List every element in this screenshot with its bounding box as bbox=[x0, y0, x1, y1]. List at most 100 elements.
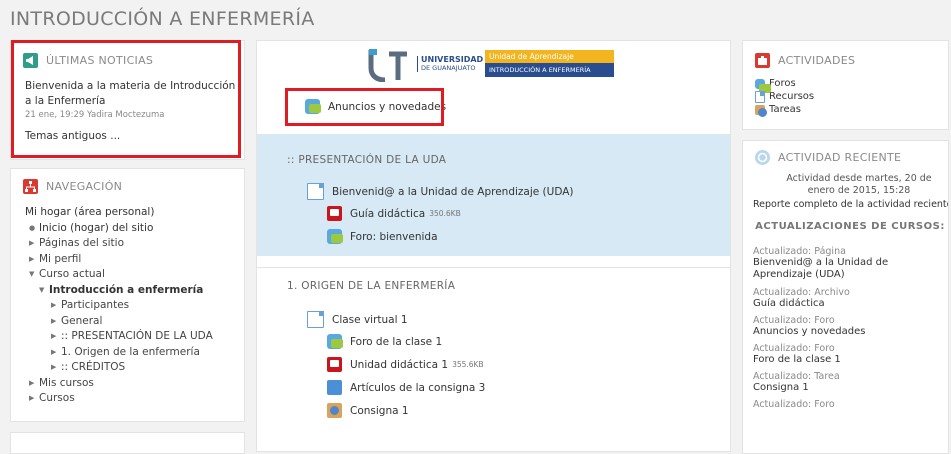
news-post-link[interactable]: Bienvenida a la materia de Introducción … bbox=[25, 80, 235, 107]
nav-my-profile[interactable]: Mi perfil bbox=[39, 252, 81, 268]
expand-icon[interactable]: ▶ bbox=[29, 236, 39, 252]
activities-forums-link[interactable]: Foros bbox=[769, 77, 796, 90]
navigation-header: NAVEGACIÓN bbox=[23, 179, 122, 194]
nav-section-credits[interactable]: :: CRÉDITOS bbox=[61, 360, 125, 376]
activities-block: ACTIVIDADES Foros Recursos Tareas bbox=[742, 40, 949, 130]
expand-icon[interactable]: ▶ bbox=[51, 345, 61, 361]
activity-forum[interactable]: Foro de la clase 1 bbox=[327, 334, 442, 349]
forum-icon bbox=[755, 78, 771, 93]
expand-icon[interactable]: ▶ bbox=[51, 298, 61, 314]
activity-page[interactable]: Clase virtual 1 bbox=[307, 311, 408, 328]
puzzle-icon bbox=[755, 53, 770, 68]
updates-heading: ACTUALIZACIONES DE CURSOS: bbox=[755, 221, 945, 232]
recent-report-link[interactable]: Reporte completo de la actividad recient… bbox=[753, 199, 948, 210]
expand-icon[interactable]: ▶ bbox=[29, 391, 39, 407]
recent-since: Actividad desde martes, 20 de enero de 2… bbox=[786, 173, 932, 196]
bullet-icon: ● bbox=[29, 223, 36, 232]
activity-folder-link[interactable]: Artículos de la consigna 3 bbox=[350, 382, 485, 394]
activity-forum-link[interactable]: Foro de la clase 1 bbox=[350, 336, 442, 348]
nav-general[interactable]: General bbox=[61, 314, 102, 330]
update-label: Actualizado: Foro bbox=[753, 343, 835, 354]
nav-courses[interactable]: Cursos bbox=[39, 391, 75, 407]
navigation-block: NAVEGACIÓN Mi hogar (área personal) ● Ini… bbox=[10, 168, 245, 422]
clock-icon bbox=[755, 150, 770, 165]
page-icon bbox=[307, 311, 324, 328]
activity-assignment[interactable]: Consigna 1 bbox=[327, 403, 409, 418]
expand-icon[interactable]: ▶ bbox=[51, 360, 61, 376]
section-presentation: :: PRESENTACIÓN DE LA UDA Bienvenid@ a l… bbox=[257, 134, 730, 256]
nav-section-origin[interactable]: 1. Origen de la enfermería bbox=[61, 345, 200, 361]
activities-forums[interactable]: Foros bbox=[755, 77, 814, 93]
update-label: Actualizado: Foro bbox=[753, 399, 835, 410]
nav-site-pages[interactable]: Páginas del sitio bbox=[39, 236, 124, 252]
activity-forum-link[interactable]: Foro: bienvenida bbox=[350, 231, 438, 243]
activities-assignments-link[interactable]: Tareas bbox=[769, 103, 801, 116]
course-banner: UNIVERSIDAD DE GUANAJUATO Unidad de Apre… bbox=[367, 47, 614, 83]
activity-page-link[interactable]: Bienvenid@ a la Unidad de Aprendizaje (U… bbox=[332, 186, 574, 198]
activity-folder[interactable]: Artículos de la consigna 3 bbox=[327, 380, 485, 395]
activity-file-link[interactable]: Unidad didáctica 1 bbox=[350, 359, 448, 371]
activities-resources[interactable]: Recursos bbox=[755, 90, 814, 103]
activities-assignments[interactable]: Tareas bbox=[755, 103, 814, 117]
unit-course-name: INTRODUCCIÓN A ENFERMERÍA bbox=[485, 63, 614, 77]
forum-icon bbox=[327, 229, 343, 244]
expand-icon[interactable]: ▶ bbox=[51, 329, 61, 345]
pdf-icon bbox=[327, 206, 342, 221]
older-topics-link[interactable]: Temas antiguos ... bbox=[25, 130, 120, 142]
update-label: Actualizado: Página bbox=[753, 246, 846, 257]
navigation-heading: NAVEGACIÓN bbox=[46, 180, 123, 193]
news-block: ÚLTIMAS NOTICIAS Bienvenida a la materia… bbox=[10, 40, 245, 160]
update-link[interactable]: Bienvenid@ a la Unidad de Aprendizaje (U… bbox=[753, 257, 945, 281]
forum-icon bbox=[305, 99, 321, 114]
folder-icon bbox=[327, 380, 342, 395]
section-title: :: PRESENTACIÓN DE LA UDA bbox=[287, 154, 447, 166]
update-label: Actualizado: Archivo bbox=[753, 287, 850, 298]
nav-participants[interactable]: Participantes bbox=[61, 298, 129, 314]
activity-forum[interactable]: Foro: bienvenida bbox=[327, 229, 438, 244]
nav-my-courses[interactable]: Mis cursos bbox=[39, 376, 94, 392]
update-item: Actualizado: Página Bienvenid@ a la Unid… bbox=[753, 246, 945, 281]
update-item: Actualizado: Archivo Guía didáctica bbox=[753, 287, 945, 309]
activity-file-link[interactable]: Guía didáctica bbox=[350, 208, 425, 220]
update-link[interactable]: Foro de la clase 1 bbox=[753, 354, 945, 365]
activity-page[interactable]: Bienvenid@ a la Unidad de Aprendizaje (U… bbox=[307, 183, 574, 200]
expand-icon[interactable]: ▶ bbox=[29, 252, 39, 268]
update-label: Actualizado: Foro bbox=[753, 315, 835, 326]
nav-section-presentation[interactable]: :: PRESENTACIÓN DE LA UDA bbox=[61, 329, 213, 345]
update-link[interactable]: Anuncios y novedades bbox=[753, 326, 945, 337]
assignment-icon bbox=[327, 403, 342, 418]
news-post-meta: 21 ene, 19:29 Yadira Moctezuma bbox=[25, 110, 165, 120]
recent-activity-heading: ACTIVIDAD RECIENTE bbox=[778, 151, 902, 164]
page-icon bbox=[755, 90, 765, 103]
activity-page-link[interactable]: Clase virtual 1 bbox=[332, 314, 408, 326]
activity-file[interactable]: Unidad didáctica 1 355.6KB bbox=[327, 357, 484, 372]
activity-file[interactable]: Guía didáctica 350.6KB bbox=[327, 206, 461, 221]
section-origin: 1. ORIGEN DE LA ENFERMERÍA Clase virtual… bbox=[257, 267, 730, 451]
news-block-header: ÚLTIMAS NOTICIAS bbox=[23, 53, 153, 68]
announcements-activity[interactable]: Anuncios y novedades bbox=[305, 99, 446, 114]
assignment-icon bbox=[755, 104, 767, 117]
nav-current-course[interactable]: Curso actual bbox=[39, 267, 105, 283]
nav-course-link[interactable]: Introducción a enfermería bbox=[49, 283, 203, 299]
expand-icon[interactable]: ▶ bbox=[51, 314, 61, 330]
nav-home[interactable]: Mi hogar (área personal) bbox=[25, 205, 154, 221]
collapse-icon[interactable]: ▼ bbox=[29, 267, 39, 283]
announcements-link[interactable]: Anuncios y novedades bbox=[328, 101, 446, 113]
news-heading: ÚLTIMAS NOTICIAS bbox=[46, 54, 154, 67]
file-size: 355.6KB bbox=[452, 360, 484, 369]
update-link[interactable]: Consigna 1 bbox=[753, 382, 945, 393]
course-content: UNIVERSIDAD DE GUANAJUATO Unidad de Apre… bbox=[256, 40, 731, 452]
page-icon bbox=[307, 183, 324, 200]
file-size: 350.6KB bbox=[429, 209, 461, 218]
collapse-icon[interactable]: ▼ bbox=[39, 283, 49, 299]
page-title: INTRODUCCIÓN A ENFERMERÍA bbox=[10, 8, 315, 30]
activities-resources-link[interactable]: Recursos bbox=[769, 90, 814, 103]
update-item: Actualizado: Tarea Consigna 1 bbox=[753, 371, 945, 393]
update-link[interactable]: Guía didáctica bbox=[753, 298, 945, 309]
update-label: Actualizado: Tarea bbox=[753, 371, 840, 382]
activity-assignment-link[interactable]: Consigna 1 bbox=[350, 405, 409, 417]
nav-site-home[interactable]: Inicio (hogar) del sitio bbox=[39, 221, 153, 237]
university-logo-icon bbox=[368, 49, 407, 82]
update-item: Actualizado: Foro Anuncios y novedades bbox=[753, 315, 945, 337]
expand-icon[interactable]: ▶ bbox=[29, 376, 39, 392]
